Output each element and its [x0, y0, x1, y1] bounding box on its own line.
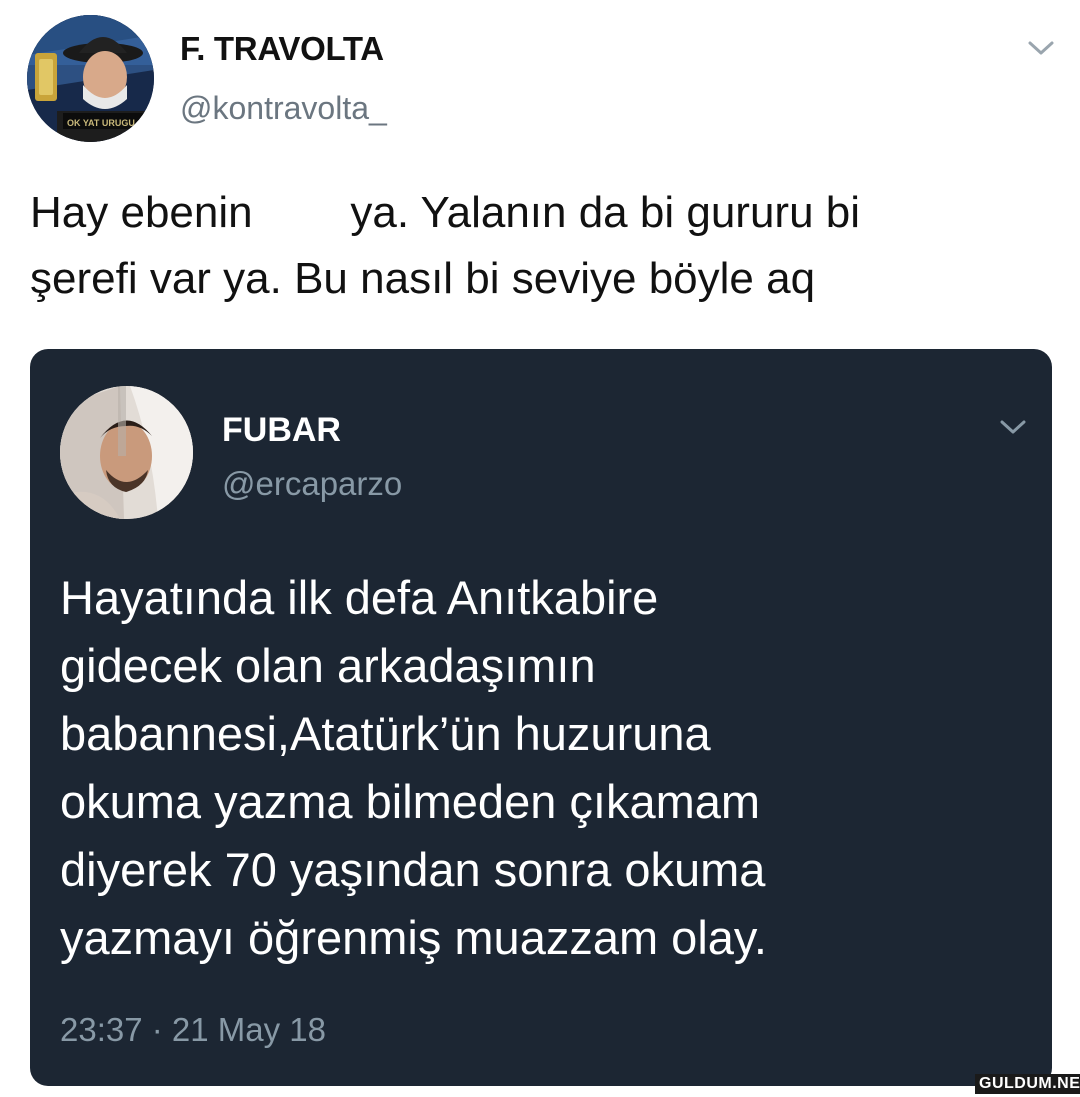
chevron-down-icon[interactable]	[1026, 38, 1056, 58]
site-watermark: GULDUM.NET	[975, 1074, 1080, 1094]
quoted-tweet-text: Hayatında ilk defa Anıtkabire gidecek ol…	[60, 564, 1030, 972]
quoted-tweet-text-line: okuma yazma bilmeden çıkamam	[60, 775, 761, 828]
quoted-tweet-text-line: diyerek 70 yaşından sonra okuma	[60, 843, 766, 896]
quoted-author-name[interactable]: FUBAR	[222, 411, 341, 450]
tweet-text: Hay ebenin ya. Yalanın da bi gururu bi ş…	[30, 180, 1050, 312]
quoted-author-handle[interactable]: @ercaparzo	[222, 465, 402, 503]
quoted-tweet-text-line: babannesi,Atatürk’ün huzuruna	[60, 707, 711, 760]
author-name[interactable]: F. TRAVOLTA	[180, 30, 384, 68]
chevron-down-icon[interactable]	[998, 417, 1028, 437]
author-avatar[interactable]: OK YAT URUGU	[27, 15, 154, 142]
avatar-image	[60, 386, 193, 519]
quoted-author-avatar[interactable]	[60, 386, 193, 519]
tweet-text-line: şerefi var ya. Bu nasıl bi seviye böyle …	[30, 254, 816, 303]
avatar-image: OK YAT URUGU	[27, 15, 154, 142]
svg-text:OK YAT URUGU: OK YAT URUGU	[67, 118, 135, 128]
quoted-tweet-timestamp[interactable]: 23:37 · 21 May 18	[60, 1011, 326, 1049]
quoted-tweet-text-line: gidecek olan arkadaşımın	[60, 639, 596, 692]
quoted-tweet-text-line: Hayatında ilk defa Anıtkabire	[60, 571, 659, 624]
tweet-text-line: Hay ebenin ya. Yalanın da bi gururu bi	[30, 188, 861, 237]
quoted-tweet-text-line: yazmayı öğrenmiş muazzam olay.	[60, 911, 767, 964]
quoted-tweet-card[interactable]: FUBAR @ercaparzo Hayatında ilk defa Anıt…	[30, 349, 1052, 1086]
author-handle[interactable]: @kontravolta_	[180, 90, 387, 127]
